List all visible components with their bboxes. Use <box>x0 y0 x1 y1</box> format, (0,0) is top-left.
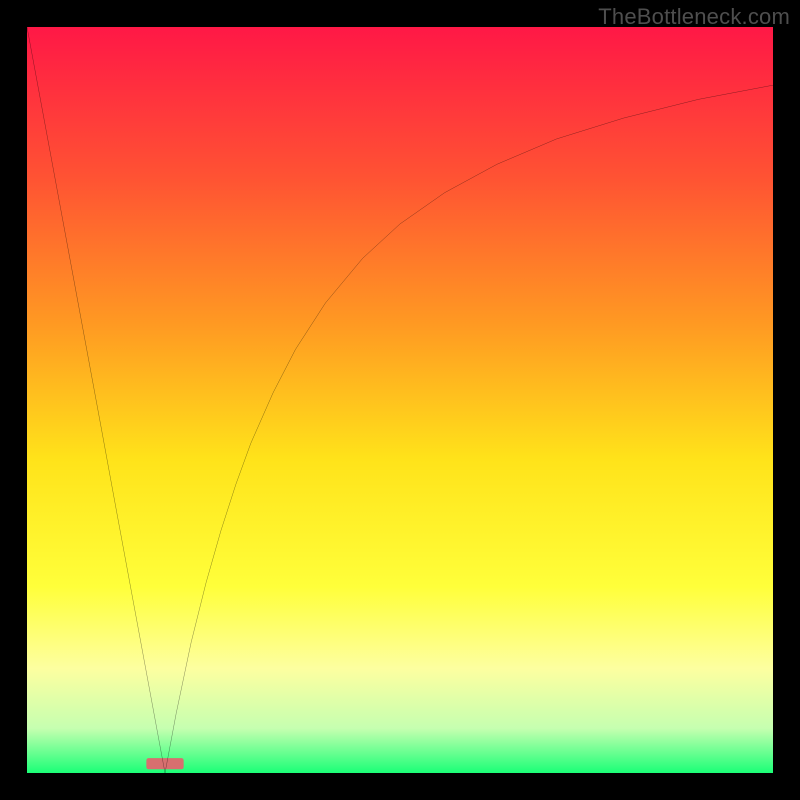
chart-frame: TheBottleneck.com <box>0 0 800 800</box>
minimum-marker <box>146 758 183 769</box>
bottleneck-chart <box>27 27 773 773</box>
plot-background <box>27 27 773 773</box>
